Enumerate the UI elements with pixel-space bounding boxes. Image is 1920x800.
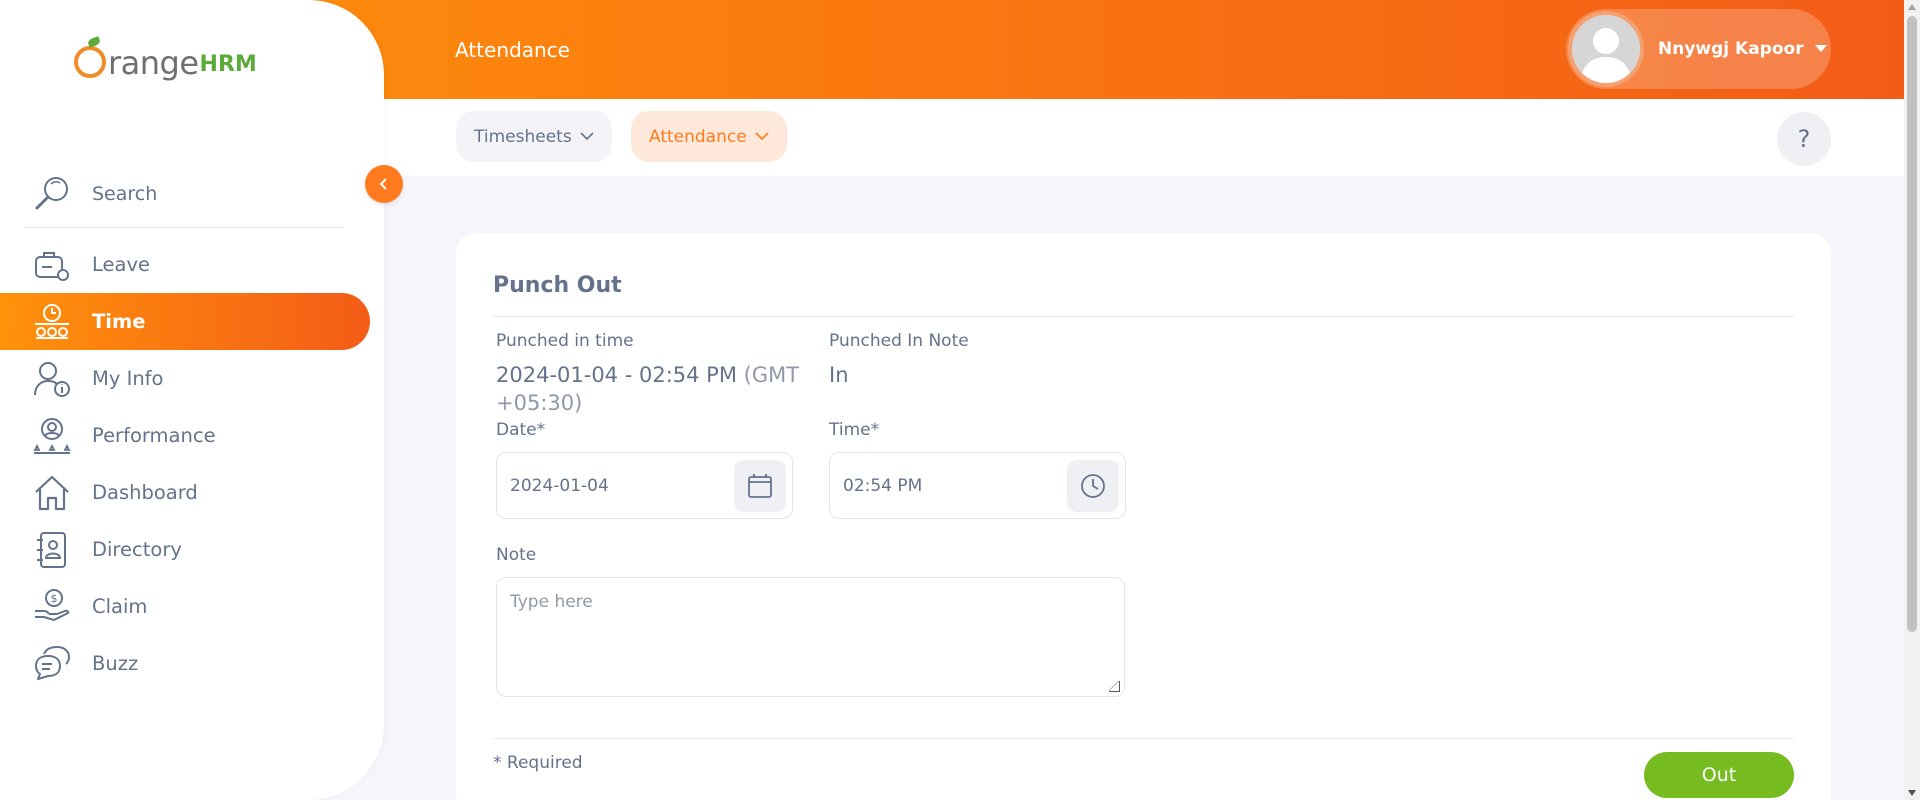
page-scrollbar[interactable] <box>1904 0 1920 800</box>
sidebar-collapse-button[interactable] <box>365 165 403 203</box>
my-info-icon <box>34 361 70 397</box>
tab-timesheets[interactable]: Timesheets <box>456 111 612 162</box>
date-value: 2024-01-04 <box>510 475 609 496</box>
user-silhouette-icon <box>1572 15 1640 83</box>
note-textarea[interactable]: Type here <box>496 577 1125 697</box>
divider <box>493 738 1794 739</box>
performance-icon <box>33 417 71 454</box>
scroll-thumb[interactable] <box>1907 16 1917 632</box>
orange-logo-icon <box>74 46 106 78</box>
search-icon <box>35 176 68 209</box>
tab-attendance[interactable]: Attendance <box>631 111 787 162</box>
directory-icon <box>37 531 66 568</box>
sidebar-item-label: Claim <box>92 595 148 618</box>
help-button[interactable]: ? <box>1777 112 1831 166</box>
calendar-icon <box>748 473 772 498</box>
avatar <box>1568 11 1644 87</box>
sidebar-item-directory[interactable]: Directory <box>0 521 370 578</box>
caret-down-icon <box>1814 45 1827 52</box>
sidebar-item-label: Dashboard <box>92 481 198 504</box>
user-dropdown[interactable]: Nnywgj Kapoor <box>1566 9 1831 89</box>
time-field[interactable]: 02:54 PM <box>829 452 1126 519</box>
brand-text-range: range <box>108 44 199 82</box>
time-label: Time* <box>829 420 880 440</box>
dashboard-icon <box>35 475 69 510</box>
leave-icon <box>35 251 69 281</box>
note-label: Note <box>496 545 537 565</box>
sidebar-item-performance[interactable]: Performance <box>0 407 370 464</box>
sidebar-search[interactable]: Search <box>24 160 344 228</box>
brand-logo[interactable]: range HRM <box>74 44 257 82</box>
punch-out-button[interactable]: Out <box>1644 752 1794 798</box>
form-title: Punch Out <box>493 273 622 298</box>
sidebar-item-time[interactable]: Time <box>0 293 370 350</box>
chevron-left-icon <box>379 178 387 190</box>
scroll-up-icon[interactable] <box>1908 4 1916 10</box>
user-name: Nnywgj Kapoor <box>1658 39 1804 59</box>
time-icon <box>35 303 69 339</box>
sidebar-item-label: Performance <box>92 424 216 447</box>
punch-out-card: Punch Out Punched in time 2024-01-04 - 0… <box>456 233 1831 800</box>
sidebar-item-label: Leave <box>92 253 151 276</box>
sidebar-item-my-info[interactable]: My Info <box>0 350 370 407</box>
divider <box>493 316 1794 317</box>
punched-in-time-label: Punched in time <box>496 331 634 351</box>
punched-in-note-value: In <box>829 363 849 387</box>
punched-in-note-label: Punched In Note <box>829 331 969 351</box>
chevron-down-icon <box>755 132 769 141</box>
sidebar-item-dashboard[interactable]: Dashboard <box>0 464 370 521</box>
main-menu: Leave Time My Info Performance Dashboard… <box>0 236 370 692</box>
punched-in-time-value: 2024-01-04 - 02:54 PM (GMT +05:30) <box>496 361 806 417</box>
sidebar-item-label: Buzz <box>92 652 139 675</box>
search-input[interactable]: Search <box>92 183 157 205</box>
date-label: Date* <box>496 420 546 440</box>
claim-icon: $ <box>35 588 70 621</box>
clock-icon <box>1081 473 1105 498</box>
sidebar: range HRM Search Leave Time My Info Perf… <box>0 0 384 800</box>
time-value: 02:54 PM <box>843 475 923 496</box>
buzz-icon <box>35 645 71 680</box>
clock-button[interactable] <box>1067 459 1119 512</box>
chevron-down-icon <box>580 132 594 141</box>
date-field[interactable]: 2024-01-04 <box>496 452 793 519</box>
tab-attendance-label: Attendance <box>649 126 747 147</box>
scroll-down-icon[interactable] <box>1908 790 1916 796</box>
sidebar-item-label: Time <box>92 310 146 333</box>
brand-text-hrm: HRM <box>199 52 257 77</box>
page-title: Attendance <box>455 38 570 62</box>
svg-text:$: $ <box>51 592 58 605</box>
sidebar-item-leave[interactable]: Leave <box>0 236 370 293</box>
sidebar-item-label: Directory <box>92 538 182 561</box>
calendar-button[interactable] <box>734 459 786 512</box>
sidebar-item-buzz[interactable]: Buzz <box>0 635 370 692</box>
sidebar-item-claim[interactable]: $ Claim <box>0 578 370 635</box>
required-note: * Required <box>493 753 583 773</box>
punched-in-time-datetime: 2024-01-04 - 02:54 PM <box>496 363 737 387</box>
sidebar-item-label: My Info <box>92 367 164 390</box>
tab-timesheets-label: Timesheets <box>474 126 572 147</box>
